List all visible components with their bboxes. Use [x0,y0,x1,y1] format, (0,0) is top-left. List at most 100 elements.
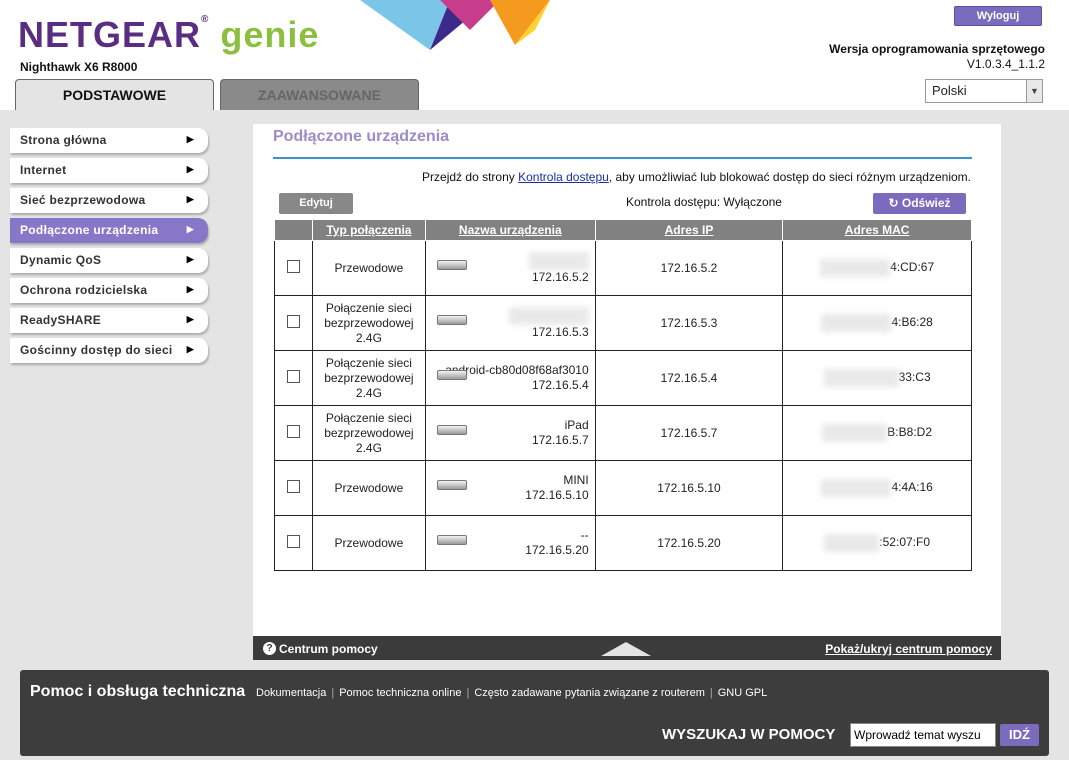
intro-text: Przejdź do strony Kontrola dostępu, aby … [422,170,971,184]
table-row: Połączenie sieci bezprzewodowej 2.4G 172… [274,295,972,351]
device-name-ip: 172.16.5.4 [531,378,589,392]
sidebar-item-home[interactable]: Strona główna ▶ [10,128,208,153]
help-search-input[interactable] [850,723,996,747]
sidebar-item-dynamic-qos[interactable]: Dynamic QoS ▶ [10,248,208,273]
help-center-toggle[interactable]: Pokaż/ukryj centrum pomocy [825,642,992,656]
column-header-connection-type[interactable]: Typ połączenia [311,219,426,241]
table-header-row: Typ połączenia Nazwa urządzenia Adres IP… [274,219,972,241]
brand-suffix: genie [220,14,320,55]
column-header-device-name[interactable]: Nazwa urządzenia [424,219,596,241]
table-row: Połączenie sieci bezprzewodowej 2.4G and… [274,350,972,406]
decorative-graphic [360,0,550,50]
device-name-ip: 172.16.5.2 [531,269,589,284]
sidebar-item-label: Ochrona rodzicielska [20,283,148,297]
sidebar-item-label: Gościnny dostęp do sieci [20,343,173,357]
device-mac: 33:C3 [898,370,931,385]
device-name: iPad [564,418,589,432]
device-mac: 4:4A:16 [891,480,933,495]
arrow-right-icon: ▶ [186,254,194,264]
arrow-right-icon: ▶ [186,344,194,354]
intro-suffix: , aby umożliwiać lub blokować dostęp do … [608,170,971,184]
device-name: MINI [563,473,589,487]
language-selected: Polski [932,83,967,98]
connection-type: Przewodowe [311,515,426,571]
help-icon: ? [263,642,276,655]
device-icon [436,315,467,325]
sidebar-item-label: Sieć bezprzewodowa [20,193,146,207]
access-control-link[interactable]: Kontrola dostępu [518,170,609,184]
device-icon [436,425,467,435]
footer-title: Pomoc i obsługa techniczna [30,683,246,700]
device-name-ip: 172.16.5.3 [531,324,589,339]
row-checkbox[interactable] [286,479,300,493]
device-name-ip: 172.16.5.20 [525,543,589,557]
column-header-mac[interactable]: Adres MAC [782,219,972,241]
expand-up-icon[interactable] [601,642,651,656]
refresh-label: Odśwież [901,196,951,210]
device-mac: :52:07:F0 [879,535,930,550]
sidebar-item-readyshare[interactable]: ReadySHARE ▶ [10,308,208,333]
sidebar-item-guest-network[interactable]: Gościnny dostęp do sieci ▶ [10,338,208,363]
arrow-right-icon: ▶ [186,284,194,294]
sidebar-item-parental-controls[interactable]: Ochrona rodzicielska ▶ [10,278,208,303]
footer-link-documentation[interactable]: Dokumentacja [256,687,326,699]
footer-link-gpl[interactable]: GNU GPL [718,687,768,699]
device-name-ip: 172.16.5.10 [525,488,589,502]
arrow-right-icon: ▶ [186,224,194,234]
title-divider [273,157,972,159]
help-center-title[interactable]: Centrum pomocy [279,642,378,656]
refresh-button[interactable]: ↻ Odśwież [873,193,966,214]
router-model: Nighthawk X6 R8000 [20,60,138,74]
sidebar: Strona główna ▶ Internet ▶ Sieć bezprzewod… [10,128,208,368]
sidebar-item-internet[interactable]: Internet ▶ [10,158,208,183]
column-header-ip[interactable]: Adres IP [594,219,784,241]
sidebar-item-label: ReadySHARE [20,313,102,327]
chevron-down-icon[interactable]: ▼ [1026,80,1042,102]
edit-button[interactable]: Edytuj [279,193,353,214]
search-go-button[interactable]: IDŹ [1000,724,1039,746]
device-icon [436,535,467,545]
tab-basic[interactable]: PODSTAWOWE [15,79,214,110]
sidebar-item-label: Dynamic QoS [20,253,102,267]
row-checkbox[interactable] [286,314,300,328]
row-checkbox[interactable] [286,369,300,383]
page-title: Podłączone urządzenia [273,128,450,145]
row-checkbox[interactable] [286,259,300,273]
sidebar-item-attached-devices[interactable]: Podłączone urządzenia ▶ [10,218,208,243]
brand-name: NETGEAR [18,14,202,55]
search-label: WYSZUKAJ W POMOCY [662,726,836,743]
connection-type: Przewodowe [311,460,426,516]
refresh-icon: ↻ [888,196,899,210]
connection-type: Połączenie sieci bezprzewodowej 2.4G [311,295,426,351]
device-ip: 172.16.5.3 [594,295,784,351]
device-mac: 4:CD:67 [890,260,935,275]
row-checkbox[interactable] [286,424,300,438]
help-center-bar: ? Centrum pomocy Pokaż/ukryj centrum pom… [253,636,1001,660]
device-name: -- [580,528,589,542]
row-checkbox[interactable] [286,534,300,548]
device-name-ip: 172.16.5.7 [531,433,589,447]
tab-advanced[interactable]: ZAAWANSOWANE [220,79,419,110]
device-ip: 172.16.5.4 [594,350,784,406]
table-row: Połączenie sieci bezprzewodowej 2.4G iPa… [274,405,972,461]
device-mac: 4:B6:28 [891,315,933,330]
footer-link-faq[interactable]: Często zadawane pytania związane z route… [474,687,705,699]
arrow-right-icon: ▶ [186,164,194,174]
language-select[interactable]: Polski ▼ [925,79,1043,103]
devices-table: Typ połączenia Nazwa urządzenia Adres IP… [274,219,972,571]
table-row: Przewodowe MINI 172.16.5.10 172.16.5.10 4… [274,460,972,516]
footer-link-online-support[interactable]: Pomoc techniczna online [339,687,461,699]
arrow-right-icon: ▶ [186,194,194,204]
connection-type: Przewodowe [311,240,426,296]
device-ip: 172.16.5.20 [594,515,784,571]
device-icon [436,370,467,380]
sidebar-item-wireless[interactable]: Sieć bezprzewodowa ▶ [10,188,208,213]
main-content: Podłączone urządzenia Przejdź do strony … [253,124,1001,636]
footer-links: Dokumentacja | Pomoc techniczna online | Czę… [256,687,768,699]
header: NETGEAR® genie Nighthawk X6 R8000 Wylogu… [0,0,1069,110]
device-ip: 172.16.5.2 [594,240,784,296]
logout-button[interactable]: Wyloguj [954,6,1042,26]
select-column-header [274,219,313,241]
arrow-right-icon: ▶ [186,134,194,144]
connection-type: Połączenie sieci bezprzewodowej 2.4G [311,350,426,406]
